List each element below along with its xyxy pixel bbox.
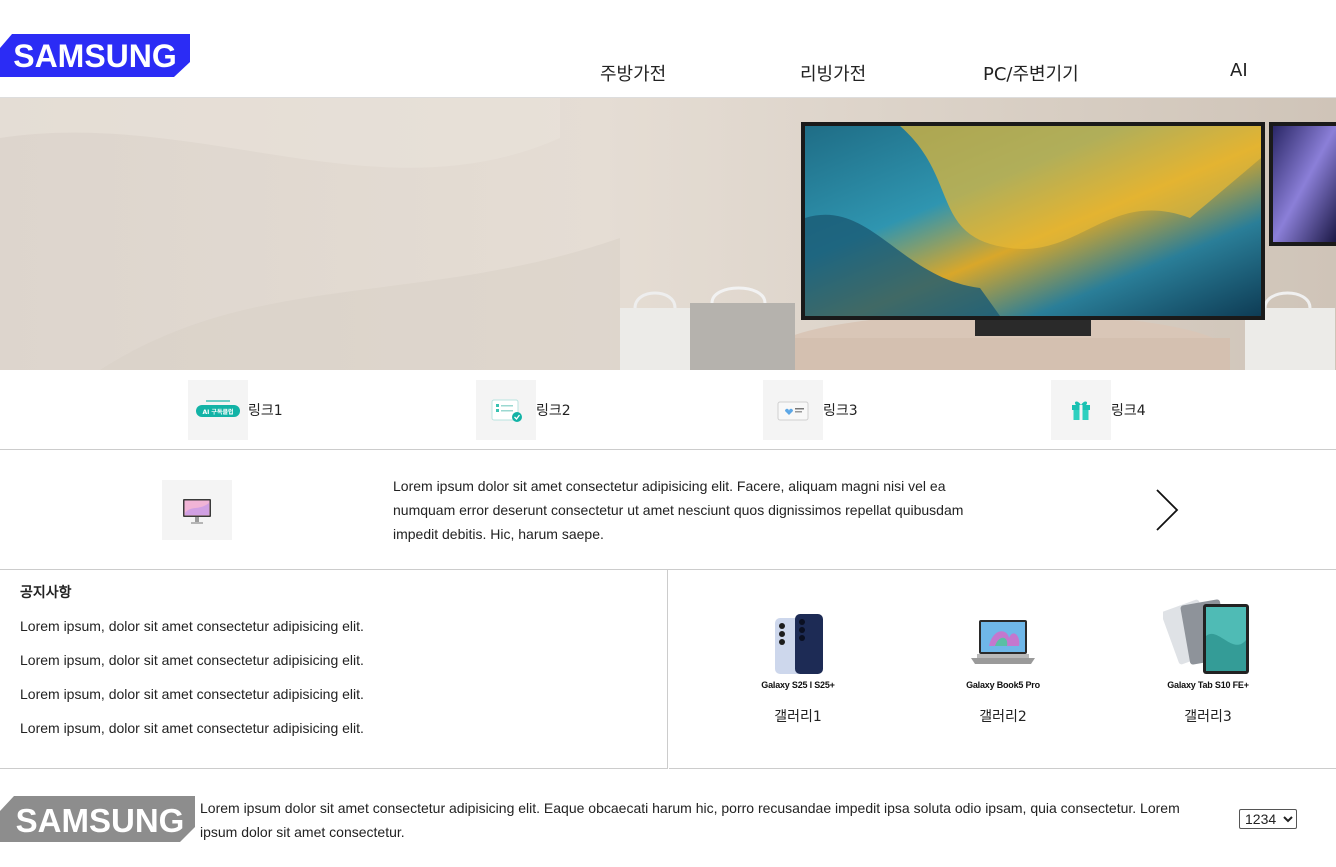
quick-link-label: 링크3 bbox=[823, 403, 858, 419]
quick-link-2[interactable]: 링크2 bbox=[476, 380, 571, 440]
notice-board: 공지사항 Lorem ipsum, dolor sit amet consect… bbox=[0, 570, 668, 769]
footer-logo-text: SAMSUNG bbox=[16, 802, 185, 839]
site-header: SAMSUNG 주방가전 리빙가전 PC/주변기기 AI bbox=[0, 0, 1336, 98]
tablets-icon: Galaxy Tab S10 FE+ bbox=[1153, 595, 1263, 690]
gallery-caption: Galaxy Book5 Pro bbox=[966, 680, 1040, 690]
notice-item[interactable]: Lorem ipsum, dolor sit amet consectetur … bbox=[20, 720, 364, 736]
gallery-label: 갤러리3 bbox=[1184, 709, 1232, 725]
hero-banner[interactable] bbox=[0, 98, 1336, 370]
gallery-item-2[interactable]: Galaxy Book5 Pro 갤러리2 bbox=[948, 595, 1058, 726]
site-footer: SAMSUNG Lorem ipsum dolor sit amet conse… bbox=[0, 770, 1336, 867]
notice-item[interactable]: Lorem ipsum, dolor sit amet consectetur … bbox=[20, 618, 364, 634]
samsung-care-card-icon bbox=[763, 380, 823, 440]
notice-title: 공지사항 bbox=[20, 585, 72, 601]
nav-item-ai[interactable]: AI bbox=[1230, 60, 1248, 81]
ai-subscription-badge-icon: AI 구독클럽 bbox=[188, 380, 248, 440]
gift-icon bbox=[1051, 380, 1111, 440]
notice-item[interactable]: Lorem ipsum, dolor sit amet consectetur … bbox=[20, 652, 364, 668]
gallery-caption: Galaxy S25 l S25+ bbox=[761, 680, 835, 690]
monitor-icon bbox=[162, 480, 232, 540]
checklist-icon bbox=[476, 380, 536, 440]
gallery-label: 갤러리1 bbox=[774, 709, 822, 725]
quick-link-label: 링크1 bbox=[248, 403, 283, 419]
nav-item-kitchen[interactable]: 주방가전 bbox=[600, 60, 666, 86]
quick-links: AI 구독클럽 링크1 링크2 링크3 링크4 bbox=[0, 370, 1336, 450]
promo-text: Lorem ipsum dolor sit amet consectetur a… bbox=[393, 478, 964, 542]
gallery-item-1[interactable]: Galaxy S25 l S25+ 갤러리1 bbox=[743, 595, 853, 726]
quick-link-4[interactable]: 링크4 bbox=[1051, 380, 1146, 440]
quick-link-1[interactable]: AI 구독클럽 링크1 bbox=[188, 380, 283, 440]
chevron-right-icon[interactable] bbox=[1152, 488, 1182, 532]
hero-image bbox=[0, 98, 1336, 370]
smartphones-icon: Galaxy S25 l S25+ bbox=[743, 595, 853, 690]
svg-text:AI 구독클럽: AI 구독클럽 bbox=[202, 408, 233, 416]
main-nav: 주방가전 리빙가전 PC/주변기기 AI bbox=[0, 60, 1336, 86]
gallery-item-3[interactable]: Galaxy Tab S10 FE+ 갤러리3 bbox=[1153, 595, 1263, 726]
quick-link-label: 링크4 bbox=[1111, 403, 1146, 419]
nav-item-pc[interactable]: PC/주변기기 bbox=[983, 60, 1079, 86]
quick-link-3[interactable]: 링크3 bbox=[763, 380, 858, 440]
footer-select[interactable]: 1234 bbox=[1239, 809, 1297, 829]
quick-link-label: 링크2 bbox=[536, 403, 571, 419]
gallery-caption: Galaxy Tab S10 FE+ bbox=[1167, 680, 1249, 690]
gallery-label: 갤러리2 bbox=[979, 709, 1027, 725]
notice-item[interactable]: Lorem ipsum, dolor sit amet consectetur … bbox=[20, 686, 364, 702]
nav-item-living[interactable]: 리빙가전 bbox=[800, 60, 866, 86]
footer-logo: SAMSUNG bbox=[0, 796, 195, 842]
gallery: Galaxy S25 l S25+ 갤러리1 Galaxy Book5 Pro … bbox=[669, 570, 1336, 769]
laptop-icon: Galaxy Book5 Pro bbox=[948, 595, 1058, 690]
promo-section: Lorem ipsum dolor sit amet consectetur a… bbox=[0, 450, 1336, 570]
footer-text: Lorem ipsum dolor sit amet consectetur a… bbox=[200, 800, 1180, 840]
